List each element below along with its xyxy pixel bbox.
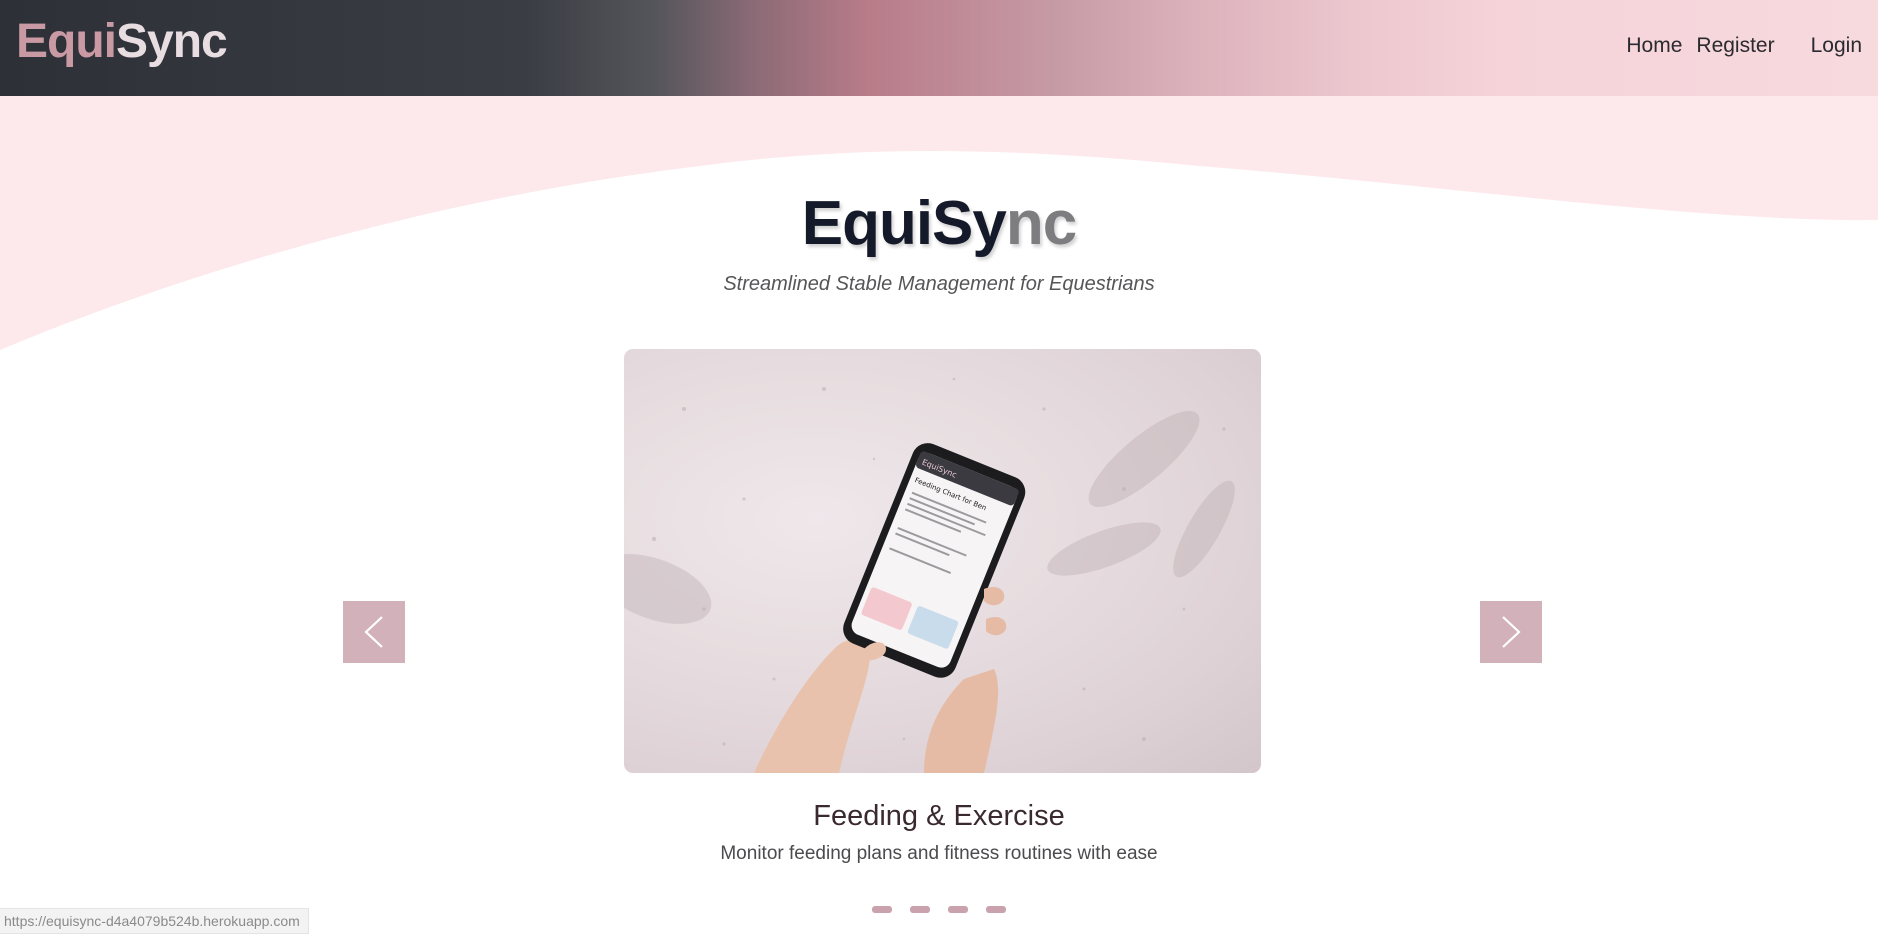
brand-part-1: Equi [16, 15, 117, 68]
carousel-indicator-3[interactable] [948, 906, 968, 913]
brand-part-2: Sync [116, 15, 228, 68]
nav-link-login[interactable]: Login [1811, 34, 1862, 58]
slide-description: Monitor feeding plans and fitness routin… [720, 843, 1158, 864]
slide-title: Feeding & Exercise [813, 800, 1065, 832]
hero-title-part-1: EquiSy [801, 189, 1007, 258]
carousel-indicator-4[interactable] [986, 906, 1006, 913]
status-bar-url: https://equisync-d4a4079b524b.herokuapp.… [0, 908, 309, 934]
navbar: EquiSync Home Register Login [0, 0, 1878, 96]
chevron-right-icon [1502, 616, 1521, 648]
nav-link-register[interactable]: Register [1696, 34, 1774, 58]
carousel-prev-button[interactable] [343, 601, 405, 663]
hero-subtitle: Streamlined Stable Management for Equest… [723, 273, 1155, 295]
brand-logo[interactable]: EquiSync [16, 14, 228, 69]
carousel-indicator-1[interactable] [872, 906, 892, 913]
nav-link-home[interactable]: Home [1626, 34, 1682, 58]
hero-title-part-2: nc [1005, 189, 1077, 258]
carousel-next-button[interactable] [1480, 601, 1542, 663]
nav-links: Home Register Login [1626, 34, 1862, 58]
phone-in-hands-image: EquiSync Feeding Chart for Ben [624, 349, 1261, 773]
chevron-left-icon [364, 616, 383, 648]
hero-title: EquiSync [0, 188, 1878, 259]
carousel-indicator-2[interactable] [910, 906, 930, 913]
